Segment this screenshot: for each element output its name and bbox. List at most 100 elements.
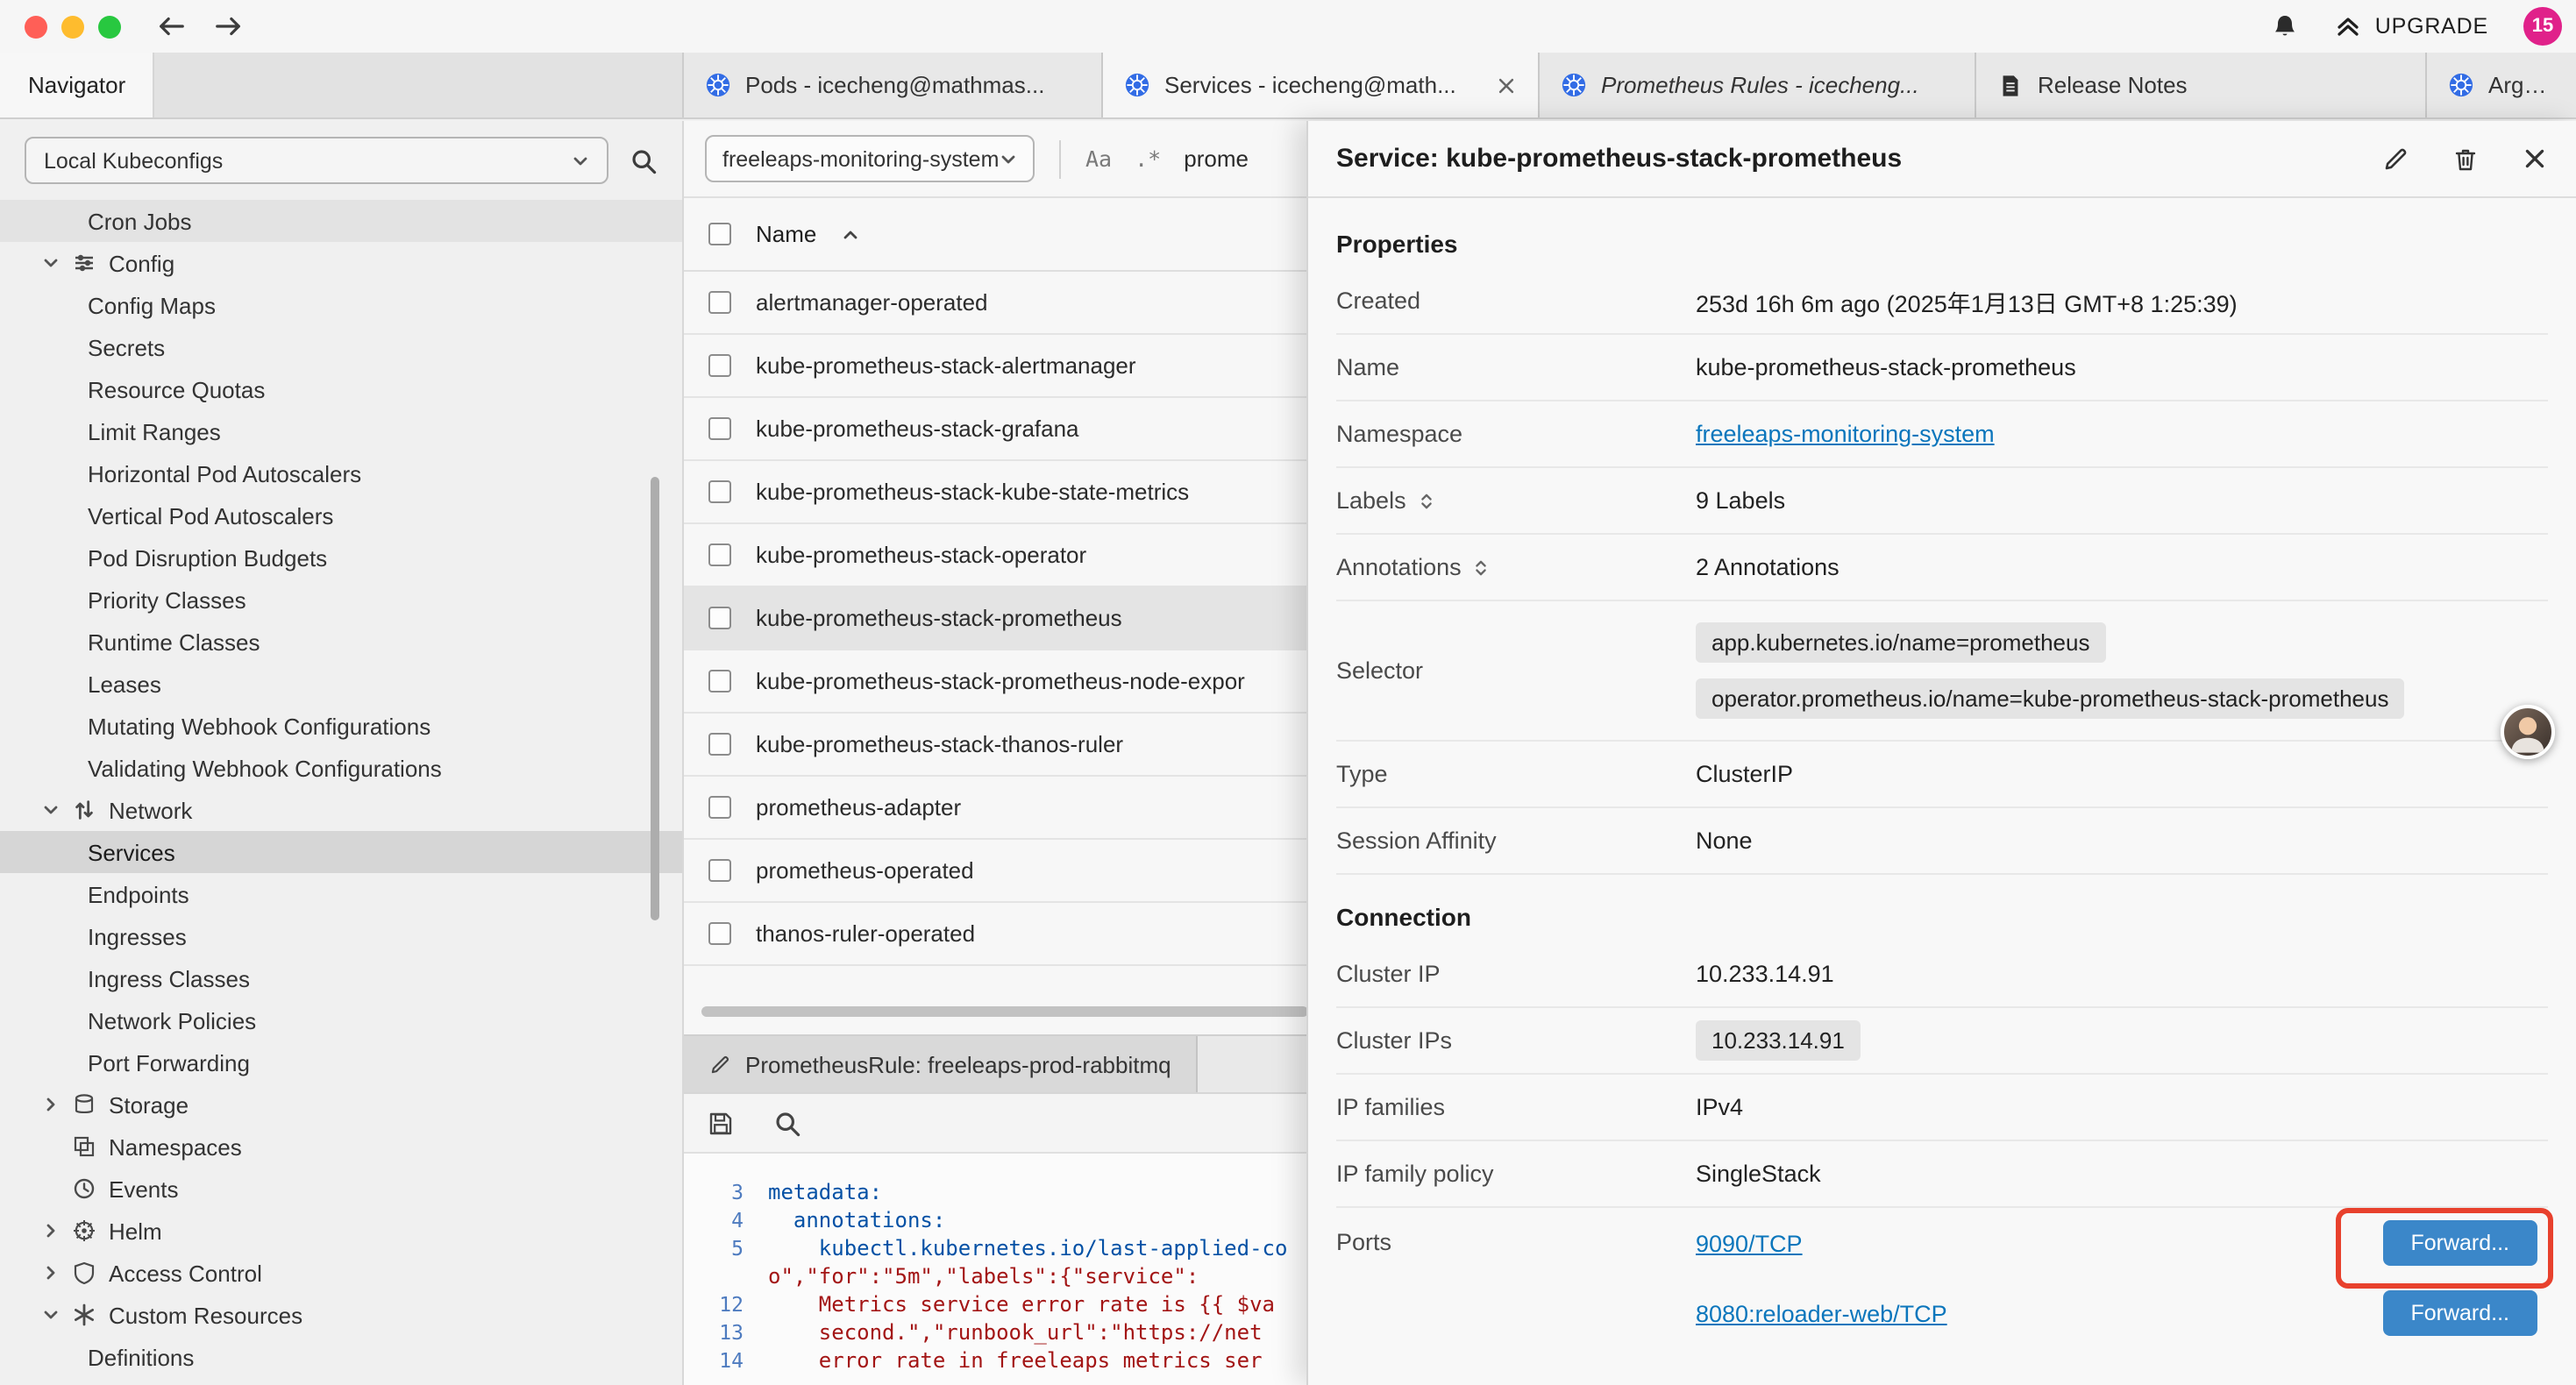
property-row-selector: Selector app.kubernetes.io/name=promethe…: [1336, 601, 2548, 742]
code-line: metadata:: [768, 1178, 882, 1206]
sidebar-item-config-maps[interactable]: Config Maps: [0, 284, 682, 326]
row-checkbox[interactable]: [708, 733, 731, 756]
sidebar-item-horizontal-pod-autoscalers[interactable]: Horizontal Pod Autoscalers: [0, 452, 682, 494]
sidebar-item-services[interactable]: Services: [0, 831, 682, 873]
navigator-sidebar: Local Kubeconfigs Cron Jobs Config Confi…: [0, 121, 684, 1385]
row-checkbox[interactable]: [708, 922, 731, 945]
line-number: 13: [684, 1318, 768, 1346]
user-avatar[interactable]: [2501, 705, 2555, 759]
row-checkbox[interactable]: [708, 670, 731, 692]
upgrade-label: UPGRADE: [2375, 14, 2488, 39]
chevron-right-icon: [42, 1096, 60, 1113]
tab-argo[interactable]: Argo Se: [2427, 53, 2576, 117]
sidebar-item-pod-disruption-budgets[interactable]: Pod Disruption Budgets: [0, 536, 682, 579]
expand-updown-icon[interactable]: [1472, 557, 1491, 578]
sort-ascending-icon[interactable]: [841, 225, 858, 243]
row-checkbox[interactable]: [708, 354, 731, 377]
dock-tab-prometheusrule[interactable]: PrometheusRule: freeleaps-prod-rabbitmq: [684, 1036, 1198, 1092]
row-checkbox[interactable]: [708, 607, 731, 629]
search-input[interactable]: prome: [1184, 146, 1249, 172]
tab-services[interactable]: Services - icecheng@math...: [1103, 53, 1540, 117]
detail-title: Service: kube-prometheus-stack-prometheu…: [1336, 144, 1902, 174]
back-arrow-icon[interactable]: [156, 14, 186, 39]
sidebar-item-validating-webhook-configurations[interactable]: Validating Webhook Configurations: [0, 747, 682, 789]
filter-divider: [1059, 139, 1061, 178]
upgrade-icon: [2335, 12, 2363, 40]
navigator-header: Navigator: [0, 53, 154, 117]
sidebar-item-custom-resources[interactable]: Custom Resources: [0, 1294, 682, 1336]
row-checkbox[interactable]: [708, 543, 731, 566]
sidebar-item-storage[interactable]: Storage: [0, 1083, 682, 1126]
port-link-8080[interactable]: 8080:reloader-web/TCP: [1696, 1300, 1947, 1326]
line-number: 5: [684, 1234, 768, 1262]
code-line: error rate in freeleaps metrics ser: [768, 1346, 1263, 1374]
sidebar-item-definitions[interactable]: Definitions: [0, 1336, 682, 1378]
sidebar-item-mutating-webhook-configurations[interactable]: Mutating Webhook Configurations: [0, 705, 682, 747]
sidebar-item-ingress-classes[interactable]: Ingress Classes: [0, 957, 682, 999]
sidebar-item-priority-classes[interactable]: Priority Classes: [0, 579, 682, 621]
close-panel-icon[interactable]: [2522, 146, 2548, 172]
save-icon[interactable]: [707, 1109, 735, 1137]
close-window-button[interactable]: [25, 15, 47, 38]
tab-prometheus-rules[interactable]: Prometheus Rules - icecheng...: [1540, 53, 1976, 117]
tab-strip-spacer: [154, 53, 684, 117]
sidebar-item-limit-ranges[interactable]: Limit Ranges: [0, 410, 682, 452]
code-line: Metrics service error rate is {{ $va: [768, 1290, 1275, 1318]
expand-updown-icon[interactable]: [1417, 490, 1436, 511]
property-row-created: Created 253d 16h 6m ago (2025年1月13日 GMT+…: [1336, 268, 2548, 335]
namespace-link[interactable]: freeleaps-monitoring-system: [1696, 421, 1995, 447]
notifications-bell-icon[interactable]: [2272, 12, 2300, 40]
forward-button[interactable]: Forward...: [2382, 1290, 2537, 1336]
editor-search-icon[interactable]: [773, 1109, 801, 1137]
row-checkbox[interactable]: [708, 480, 731, 503]
name-column-header[interactable]: Name: [756, 221, 816, 247]
line-number: 3: [684, 1178, 768, 1206]
forward-arrow-icon[interactable]: [214, 14, 244, 39]
sidebar-item-ingresses[interactable]: Ingresses: [0, 915, 682, 957]
row-checkbox[interactable]: [708, 417, 731, 440]
sidebar-item-leases[interactable]: Leases: [0, 663, 682, 705]
maximize-window-button[interactable]: [98, 15, 121, 38]
sidebar-scrollbar[interactable]: [651, 477, 659, 920]
property-row-annotations: Annotations 2 Annotations: [1336, 535, 2548, 601]
namespace-filter-dropdown[interactable]: freeleaps-monitoring-system: [705, 135, 1035, 182]
row-checkbox[interactable]: [708, 859, 731, 882]
select-all-checkbox[interactable]: [708, 223, 731, 245]
close-tab-icon[interactable]: [1496, 75, 1517, 96]
sidebar-item-events[interactable]: Events: [0, 1168, 682, 1210]
notification-count-badge[interactable]: 15: [2523, 7, 2562, 46]
sidebar-item-secrets[interactable]: Secrets: [0, 326, 682, 368]
minimize-window-button[interactable]: [61, 15, 84, 38]
forward-button[interactable]: Forward...: [2382, 1220, 2537, 1266]
sidebar-item-helm[interactable]: Helm: [0, 1210, 682, 1252]
sidebar-item-port-forwarding[interactable]: Port Forwarding: [0, 1041, 682, 1083]
edit-pencil-icon[interactable]: [2381, 145, 2409, 173]
upgrade-button[interactable]: UPGRADE: [2335, 12, 2488, 40]
sidebar-item-config[interactable]: Config: [0, 242, 682, 284]
tab-pods[interactable]: Pods - icecheng@mathmas...: [684, 53, 1103, 117]
kubeconfig-selector-value: Local Kubeconfigs: [44, 148, 223, 173]
property-row-namespace: Namespace freeleaps-monitoring-system: [1336, 401, 2548, 468]
delete-trash-icon[interactable]: [2451, 145, 2480, 173]
sidebar-item-runtime-classes[interactable]: Runtime Classes: [0, 621, 682, 663]
sidebar-item-resource-quotas[interactable]: Resource Quotas: [0, 368, 682, 410]
row-checkbox[interactable]: [708, 796, 731, 819]
horizontal-scrollbar[interactable]: [701, 1006, 1308, 1017]
regex-toggle[interactable]: .*: [1135, 146, 1161, 172]
sidebar-item-endpoints[interactable]: Endpoints: [0, 873, 682, 915]
match-case-toggle[interactable]: Aa: [1085, 146, 1112, 172]
port-link-9090[interactable]: 9090/TCP: [1696, 1230, 1803, 1256]
tab-release-notes[interactable]: Release Notes: [1976, 53, 2427, 117]
kubeconfig-selector[interactable]: Local Kubeconfigs: [25, 137, 608, 184]
sidebar-item-access-control[interactable]: Access Control: [0, 1252, 682, 1294]
sidebar-search-icon[interactable]: [630, 146, 658, 174]
sidebar-item-namespaces[interactable]: Namespaces: [0, 1126, 682, 1168]
shield-icon: [72, 1261, 96, 1285]
detail-header: Service: kube-prometheus-stack-prometheu…: [1308, 121, 2576, 198]
sidebar-item-cron-jobs[interactable]: Cron Jobs: [0, 200, 682, 242]
sidebar-item-vertical-pod-autoscalers[interactable]: Vertical Pod Autoscalers: [0, 494, 682, 536]
sidebar-item-network-policies[interactable]: Network Policies: [0, 999, 682, 1041]
kubernetes-icon: [1124, 72, 1150, 98]
sidebar-item-network[interactable]: Network: [0, 789, 682, 831]
row-checkbox[interactable]: [708, 291, 731, 314]
